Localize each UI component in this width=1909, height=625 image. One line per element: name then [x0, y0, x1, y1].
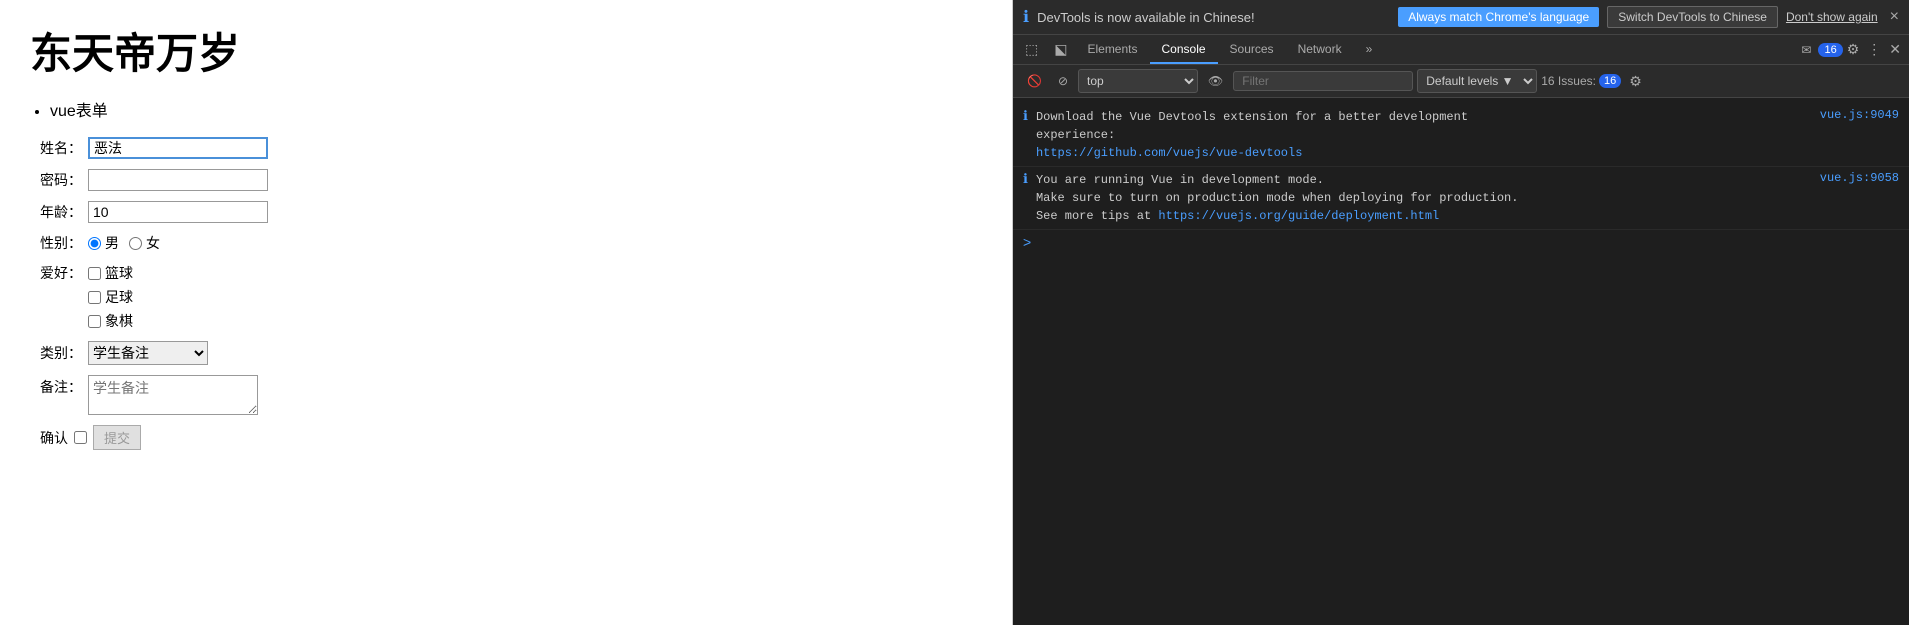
- gender-female-text: 女: [146, 233, 160, 253]
- gender-female-label[interactable]: 女: [129, 233, 160, 253]
- hobby-soccer-text: 足球: [105, 287, 133, 307]
- devtools-more-icon[interactable]: ⋮: [1863, 39, 1885, 60]
- switch-devtools-button[interactable]: Switch DevTools to Chinese: [1607, 6, 1778, 28]
- submit-button[interactable]: 提交: [93, 425, 141, 450]
- hobby-chess[interactable]: 象棋: [88, 311, 133, 331]
- toolbar-issues-badge: 16 Issues: 16: [1541, 74, 1621, 88]
- confirm-label: 确认: [40, 428, 68, 448]
- context-select[interactable]: top: [1078, 69, 1198, 93]
- hobby-soccer[interactable]: 足球: [88, 287, 133, 307]
- console-message-1: ℹ Download the Vue Devtools extension fo…: [1013, 104, 1909, 167]
- name-input[interactable]: [88, 137, 268, 159]
- hobby-basketball[interactable]: 篮球: [88, 263, 133, 283]
- clear-console-icon[interactable]: 🚫: [1021, 71, 1048, 91]
- category-label: 类别：: [40, 343, 82, 363]
- password-label: 密码：: [40, 170, 82, 190]
- devtools-panel: ℹ DevTools is now available in Chinese! …: [1013, 0, 1909, 625]
- toolbar-settings-icon[interactable]: ⚙: [1625, 71, 1646, 92]
- deployment-link[interactable]: https://vuejs.org/guide/deployment.html: [1158, 209, 1439, 223]
- category-row: 类别： 学生备注: [40, 341, 982, 365]
- console-source-1[interactable]: vue.js:9049: [1820, 108, 1899, 122]
- gender-male-text: 男: [105, 233, 119, 253]
- close-notification-icon[interactable]: ×: [1890, 8, 1899, 26]
- tab-console[interactable]: Console: [1150, 36, 1218, 64]
- console-text-1: Download the Vue Devtools extension for …: [1036, 108, 1812, 162]
- gender-male-radio[interactable]: [88, 237, 101, 250]
- tab-network[interactable]: Network: [1286, 36, 1354, 64]
- age-row: 年龄：: [40, 201, 982, 223]
- console-info-icon-1: ℹ: [1023, 108, 1028, 124]
- name-row: 姓名：: [40, 137, 982, 159]
- devtools-settings-icon[interactable]: ⚙: [1843, 39, 1864, 60]
- issues-message-icon: ✉: [1801, 43, 1811, 57]
- devtools-toolbar: 🚫 ⊘ top 👁 Default levels ▼ 16 Issues: 16…: [1013, 65, 1909, 98]
- gender-female-radio[interactable]: [129, 237, 142, 250]
- devtools-notification: ℹ DevTools is now available in Chinese! …: [1013, 0, 1909, 35]
- console-message-2: ℹ You are running Vue in development mod…: [1013, 167, 1909, 230]
- toolbar-issues-label: 16 Issues:: [1541, 74, 1596, 88]
- notes-textarea[interactable]: [88, 375, 258, 415]
- hobby-section: 爱好： 篮球 足球 象棋: [40, 263, 982, 331]
- password-input[interactable]: [88, 169, 268, 191]
- issues-badge: ✉ 16: [1801, 43, 1842, 57]
- devtools-console: ℹ Download the Vue Devtools extension fo…: [1013, 98, 1909, 625]
- console-info-icon-2: ℹ: [1023, 171, 1028, 187]
- hobby-chess-text: 象棋: [105, 311, 133, 331]
- levels-select[interactable]: Default levels ▼: [1417, 69, 1537, 93]
- confirm-checkbox[interactable]: [74, 431, 87, 444]
- confirm-row: 确认 提交: [40, 425, 982, 450]
- vue-devtools-link[interactable]: https://github.com/vuejs/vue-devtools: [1036, 146, 1302, 160]
- form-area: 姓名： 密码： 年龄： 性别： 男 女: [40, 137, 982, 450]
- hobby-checkboxes: 篮球 足球 象棋: [88, 263, 133, 331]
- age-input[interactable]: [88, 201, 268, 223]
- console-text-2: You are running Vue in development mode.…: [1036, 171, 1812, 225]
- tab-sources[interactable]: Sources: [1218, 36, 1286, 64]
- name-label: 姓名：: [40, 138, 82, 158]
- block-icon[interactable]: ⊘: [1052, 71, 1074, 91]
- subtitle-bullet: vue表单: [50, 97, 982, 121]
- age-label: 年龄：: [40, 202, 82, 222]
- gender-group: 男 女: [88, 233, 160, 253]
- info-icon: ℹ: [1023, 7, 1029, 27]
- prompt-arrow: >: [1023, 234, 1031, 250]
- tab-more[interactable]: »: [1354, 36, 1385, 64]
- dont-show-again-button[interactable]: Don't show again: [1786, 10, 1878, 24]
- devtools-tabs: ⬚ ⬕ Elements Console Sources Network » ✉…: [1013, 35, 1909, 65]
- hobby-label: 爱好：: [40, 263, 82, 331]
- filter-input[interactable]: [1233, 71, 1413, 91]
- gender-row: 性别： 男 女: [40, 233, 982, 253]
- console-prompt: >: [1013, 230, 1909, 254]
- toolbar-issues-count: 16: [1599, 74, 1621, 88]
- password-row: 密码：: [40, 169, 982, 191]
- device-icon[interactable]: ⬕: [1046, 35, 1075, 64]
- webpage-panel: 东天帝万岁 vue表单 姓名： 密码： 年龄： 性别： 男: [0, 0, 1013, 625]
- hobby-chess-checkbox[interactable]: [88, 315, 101, 328]
- issues-count-badge: 16: [1818, 43, 1842, 57]
- category-select[interactable]: 学生备注: [88, 341, 208, 365]
- hobby-basketball-text: 篮球: [105, 263, 133, 283]
- inspect-icon[interactable]: ⬚: [1017, 35, 1046, 64]
- tab-elements[interactable]: Elements: [1075, 36, 1149, 64]
- eye-icon[interactable]: 👁: [1202, 71, 1229, 91]
- gender-male-label[interactable]: 男: [88, 233, 119, 253]
- hobby-basketball-checkbox[interactable]: [88, 267, 101, 280]
- notification-text: DevTools is now available in Chinese!: [1037, 10, 1390, 25]
- gender-label: 性别：: [40, 233, 82, 253]
- notes-row: 备注：: [40, 375, 982, 415]
- match-language-button[interactable]: Always match Chrome's language: [1398, 7, 1599, 27]
- hobby-soccer-checkbox[interactable]: [88, 291, 101, 304]
- notes-label: 备注：: [40, 375, 82, 415]
- devtools-close-icon[interactable]: ✕: [1885, 39, 1905, 60]
- page-title: 东天帝万岁: [30, 20, 982, 81]
- console-source-2[interactable]: vue.js:9058: [1820, 171, 1899, 185]
